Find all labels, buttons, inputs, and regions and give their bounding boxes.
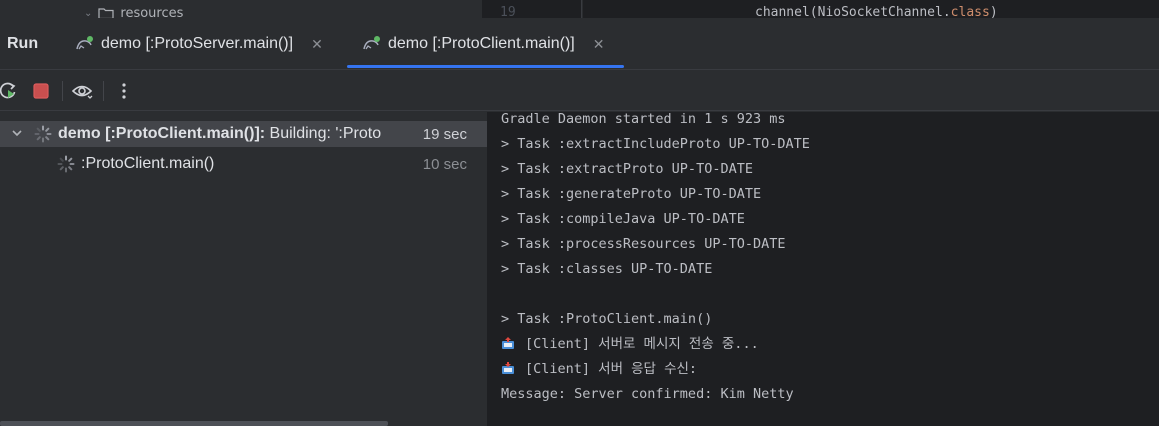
console-line: > Task :classes UP-TO-DATE	[501, 261, 713, 277]
console-line: Gradle Daemon started in 1 s 923 ms	[501, 112, 786, 127]
tree-item-status: Building: ':Proto	[265, 125, 382, 142]
tree-item-time: 19 sec	[422, 125, 467, 143]
run-tab-bar: Run demo [:ProtoServer.main()] ✕ demo [:…	[0, 18, 1159, 70]
tab-proto-client[interactable]: demo [:ProtoClient.main()] ✕	[346, 18, 625, 70]
spinner-icon	[34, 125, 52, 148]
console-line: > Task :generateProto UP-TO-DATE	[501, 186, 762, 202]
rerun-icon[interactable]	[0, 79, 20, 103]
toolbar-separator	[103, 81, 104, 101]
project-tree-folder[interactable]: ⌄ resources	[84, 6, 183, 18]
tree-item-label: demo [:ProtoClient.main()]: Building: ':…	[58, 125, 381, 143]
editor-peek: ⌄ resources 19 channel(NioSocketChannel.…	[0, 0, 1159, 18]
horizontal-scrollbar[interactable]	[0, 421, 388, 426]
gradle-run-icon	[75, 35, 93, 53]
run-tree-panel: demo [:ProtoClient.main()]: Building: ':…	[0, 112, 487, 426]
console-text: [Client] 서버로 메시지 전송 중...	[525, 336, 759, 352]
stop-icon[interactable]	[29, 79, 53, 103]
code-line: channel(NioSocketChannel.class)	[755, 5, 998, 18]
outbox-icon	[501, 334, 515, 349]
spinner-icon	[57, 155, 75, 178]
code-text: channel(NioSocketChannel.	[755, 5, 951, 18]
tab-label: demo [:ProtoServer.main()]	[101, 35, 294, 52]
close-icon[interactable]: ✕	[593, 36, 605, 53]
toolbar-separator	[62, 81, 63, 101]
tree-item-proto-client-main[interactable]: :ProtoClient.main() 10 sec	[0, 151, 487, 177]
console-line: Message: Server confirmed: Kim Netty	[501, 386, 794, 402]
console-line: > Task :extractProto UP-TO-DATE	[501, 161, 753, 177]
run-tool-window: ⌄ resources 19 channel(NioSocketChannel.…	[0, 0, 1159, 426]
tab-proto-server[interactable]: demo [:ProtoServer.main()] ✕	[75, 18, 323, 70]
inbox-icon	[501, 359, 515, 374]
console-line: > Task :processResources UP-TO-DATE	[501, 236, 786, 252]
tree-item-name: demo [:ProtoClient.main()]:	[58, 125, 266, 142]
tab-label: demo [:ProtoClient.main()]	[388, 35, 575, 52]
line-number: 19	[500, 5, 516, 18]
editor-gutter	[482, 0, 582, 18]
tree-item-demo-proto-client[interactable]: demo [:ProtoClient.main()]: Building: ':…	[0, 121, 487, 147]
console-line: > Task :ProtoClient.main()	[501, 311, 713, 327]
console-line-emoji: [Client] 서버로 메시지 전송 중...	[501, 332, 759, 357]
more-icon[interactable]	[112, 79, 136, 103]
tree-item-label: :ProtoClient.main()	[81, 155, 215, 172]
code-text-end: )	[989, 5, 998, 18]
chevron-down-icon[interactable]	[11, 127, 23, 142]
close-icon[interactable]: ✕	[311, 36, 323, 53]
folder-label: resources	[120, 5, 184, 19]
chevron-down-icon: ⌄	[84, 7, 93, 19]
gradle-run-icon	[362, 35, 380, 53]
console-text: [Client] 서버 응답 수신:	[525, 361, 698, 377]
tree-item-time: 10 sec	[422, 155, 467, 173]
code-keyword: class	[950, 5, 990, 18]
console-output[interactable]: Gradle Daemon started in 1 s 923 ms > Ta…	[488, 112, 1159, 426]
eye-icon[interactable]	[70, 79, 94, 103]
console-line: > Task :extractIncludeProto UP-TO-DATE	[501, 136, 810, 152]
run-panel-title: Run	[7, 35, 39, 52]
run-toolbar	[0, 71, 1159, 111]
console-line-emoji: [Client] 서버 응답 수신:	[501, 357, 697, 382]
folder-icon	[98, 8, 114, 18]
console-line: > Task :compileJava UP-TO-DATE	[501, 211, 745, 227]
